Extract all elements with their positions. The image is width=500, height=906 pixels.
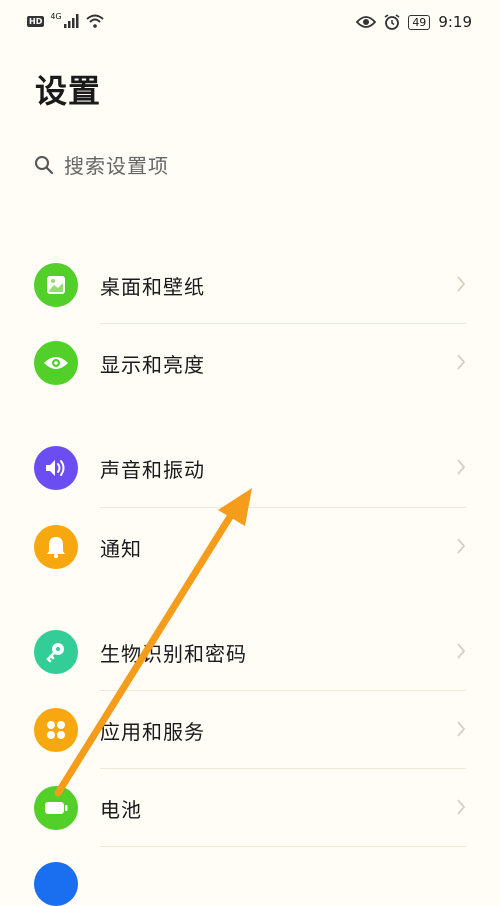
search-bar[interactable]: 搜索设置项 — [34, 150, 169, 179]
status-right: 49 9:19 — [356, 13, 472, 31]
network-type: 4G — [50, 11, 62, 21]
status-bar: HD 4G 49 9:19 — [0, 0, 500, 48]
divider — [100, 846, 466, 847]
settings-item-wallpaper[interactable]: 桌面和壁纸 — [0, 246, 500, 324]
settings-item-partial-icon — [34, 862, 78, 906]
chevron-right-icon — [457, 721, 466, 737]
chevron-right-icon — [457, 354, 466, 370]
hd-badge: HD — [27, 15, 45, 27]
speaker-icon — [34, 446, 78, 490]
chevron-right-icon — [457, 799, 466, 815]
settings-item-label: 电池 — [100, 798, 142, 822]
key-icon — [34, 630, 78, 674]
eye-comfort-icon — [356, 16, 377, 28]
wifi-icon — [85, 14, 104, 28]
battery-level: 49 — [408, 14, 431, 30]
bell-icon — [34, 525, 78, 569]
chevron-right-icon — [457, 643, 466, 659]
settings-item-label: 生物识别和密码 — [100, 642, 247, 666]
search-placeholder: 搜索设置项 — [64, 154, 169, 178]
chevron-right-icon — [457, 538, 466, 554]
clock: 9:19 — [438, 13, 472, 31]
settings-item-display[interactable]: 显示和亮度 — [0, 324, 500, 402]
wallpaper-icon — [34, 263, 78, 307]
settings-item-label: 声音和振动 — [100, 458, 205, 482]
chevron-right-icon — [457, 459, 466, 475]
settings-item-label: 显示和亮度 — [100, 353, 205, 377]
eye-icon — [34, 341, 78, 385]
settings-item-battery[interactable]: 电池 — [0, 769, 500, 847]
settings-item-notifications[interactable]: 通知 — [0, 508, 500, 586]
search-icon — [35, 155, 54, 174]
settings-item-label: 应用和服务 — [100, 720, 205, 744]
signal-icon — [63, 14, 79, 28]
battery-icon — [34, 786, 78, 830]
settings-item-apps[interactable]: 应用和服务 — [0, 691, 500, 769]
settings-item-biometrics[interactable]: 生物识别和密码 — [0, 613, 500, 691]
apps-icon — [34, 708, 78, 752]
settings-item-sound[interactable]: 声音和振动 — [0, 429, 500, 507]
settings-item-label: 通知 — [100, 537, 142, 561]
alarm-icon — [384, 14, 400, 30]
status-left: HD 4G — [27, 11, 104, 28]
page-title: 设置 — [35, 72, 102, 110]
settings-item-label: 桌面和壁纸 — [100, 275, 205, 299]
chevron-right-icon — [457, 276, 466, 292]
